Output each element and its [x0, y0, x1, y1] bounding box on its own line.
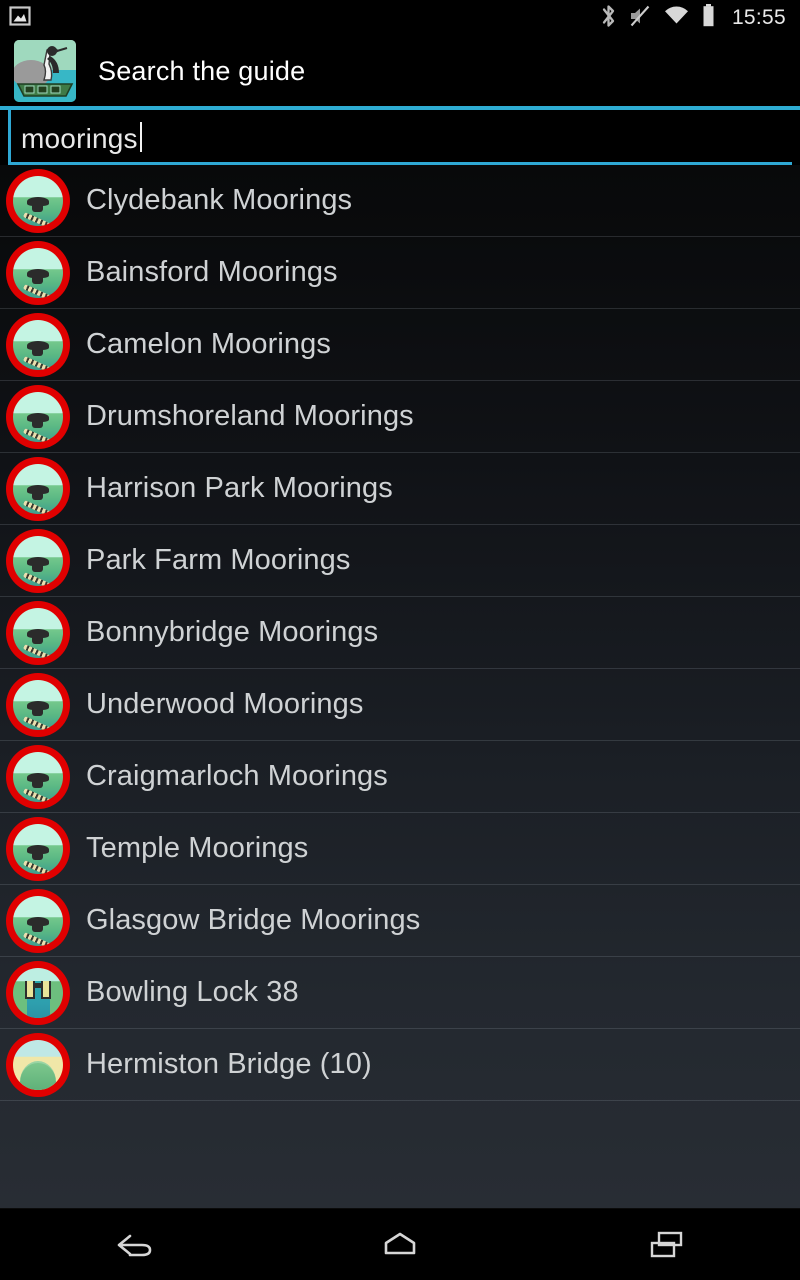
nav-back-button[interactable] — [78, 1209, 188, 1280]
result-row[interactable]: Hermiston Bridge (10) — [0, 1029, 800, 1101]
result-row[interactable]: Drumshoreland Moorings — [0, 381, 800, 453]
mooring-marker-icon — [4, 455, 72, 523]
mooring-marker-icon — [4, 815, 72, 883]
bridge-marker-icon — [4, 1031, 72, 1099]
result-row-label: Park Farm Moorings — [86, 544, 351, 576]
result-row[interactable]: Underwood Moorings — [0, 669, 800, 741]
mooring-marker-icon — [4, 239, 72, 307]
result-list: Clydebank Moorings Bainsford Moorings Came… — [0, 165, 800, 1101]
result-row[interactable]: Glasgow Bridge Moorings — [0, 885, 800, 957]
lock-marker-icon — [4, 959, 72, 1027]
mooring-marker-icon — [4, 311, 72, 379]
home-icon — [384, 1232, 416, 1254]
status-bar-right-icons: 15:55 — [600, 3, 786, 34]
result-row[interactable]: Clydebank Moorings — [0, 165, 800, 237]
android-nav-bar — [0, 1208, 800, 1280]
result-row-label: Bonnybridge Moorings — [86, 616, 379, 648]
result-row[interactable]: Bainsford Moorings — [0, 237, 800, 309]
result-row[interactable]: Craigmarloch Moorings — [0, 741, 800, 813]
status-bar-clock: 15:55 — [731, 6, 786, 29]
status-bar-left-icons — [8, 4, 32, 33]
action-bar: Search the guide — [0, 36, 800, 106]
screenshot-notification-icon — [8, 4, 32, 33]
search-results-list[interactable]: Clydebank Moorings Bainsford Moorings Came… — [0, 165, 800, 1208]
result-row[interactable]: Park Farm Moorings — [0, 525, 800, 597]
result-row[interactable]: Temple Moorings — [0, 813, 800, 885]
wifi-icon — [663, 5, 690, 32]
nav-home-button[interactable] — [345, 1209, 455, 1280]
result-row[interactable]: Camelon Moorings — [0, 309, 800, 381]
mooring-marker-icon — [4, 167, 72, 235]
search-input[interactable]: moorings — [8, 110, 792, 165]
mooring-marker-icon — [4, 383, 72, 451]
result-row-label: Drumshoreland Moorings — [86, 400, 414, 432]
mooring-marker-icon — [4, 671, 72, 739]
bluetooth-icon — [600, 3, 617, 34]
result-row[interactable]: Bowling Lock 38 — [0, 957, 800, 1029]
result-row-label: Glasgow Bridge Moorings — [86, 904, 421, 936]
recents-icon — [650, 1231, 682, 1257]
page-title: Search the guide — [98, 55, 306, 86]
result-row-label: Bowling Lock 38 — [86, 976, 299, 1008]
mooring-marker-icon — [4, 743, 72, 811]
result-row-label: Bainsford Moorings — [86, 256, 338, 288]
result-row-label: Camelon Moorings — [86, 328, 331, 360]
status-bar: 15:55 — [0, 0, 800, 36]
mooring-marker-icon — [4, 887, 72, 955]
result-row-label: Hermiston Bridge (10) — [86, 1048, 372, 1080]
search-input-value: moorings — [21, 122, 138, 154]
search-field-container: moorings — [0, 110, 800, 165]
android-screen: 15:55 Search the guide moorings Clydeban… — [0, 0, 800, 1280]
result-row-label: Temple Moorings — [86, 832, 309, 864]
result-row[interactable]: Harrison Park Moorings — [0, 453, 800, 525]
result-row[interactable]: Bonnybridge Moorings — [0, 597, 800, 669]
text-caret — [139, 121, 142, 152]
back-arrow-icon — [118, 1234, 152, 1256]
volume-muted-icon — [628, 4, 652, 33]
search-input-value-wrap: moorings — [11, 118, 142, 155]
nav-recents-button[interactable] — [612, 1209, 722, 1280]
mooring-marker-icon — [4, 527, 72, 595]
result-row-label: Harrison Park Moorings — [86, 472, 393, 504]
mooring-marker-icon — [4, 599, 72, 667]
heron-narrowboat-app-icon — [14, 40, 76, 102]
result-row-label: Underwood Moorings — [86, 688, 364, 720]
battery-icon — [701, 3, 716, 33]
result-row-label: Clydebank Moorings — [86, 184, 353, 216]
result-row-label: Craigmarloch Moorings — [86, 760, 388, 792]
